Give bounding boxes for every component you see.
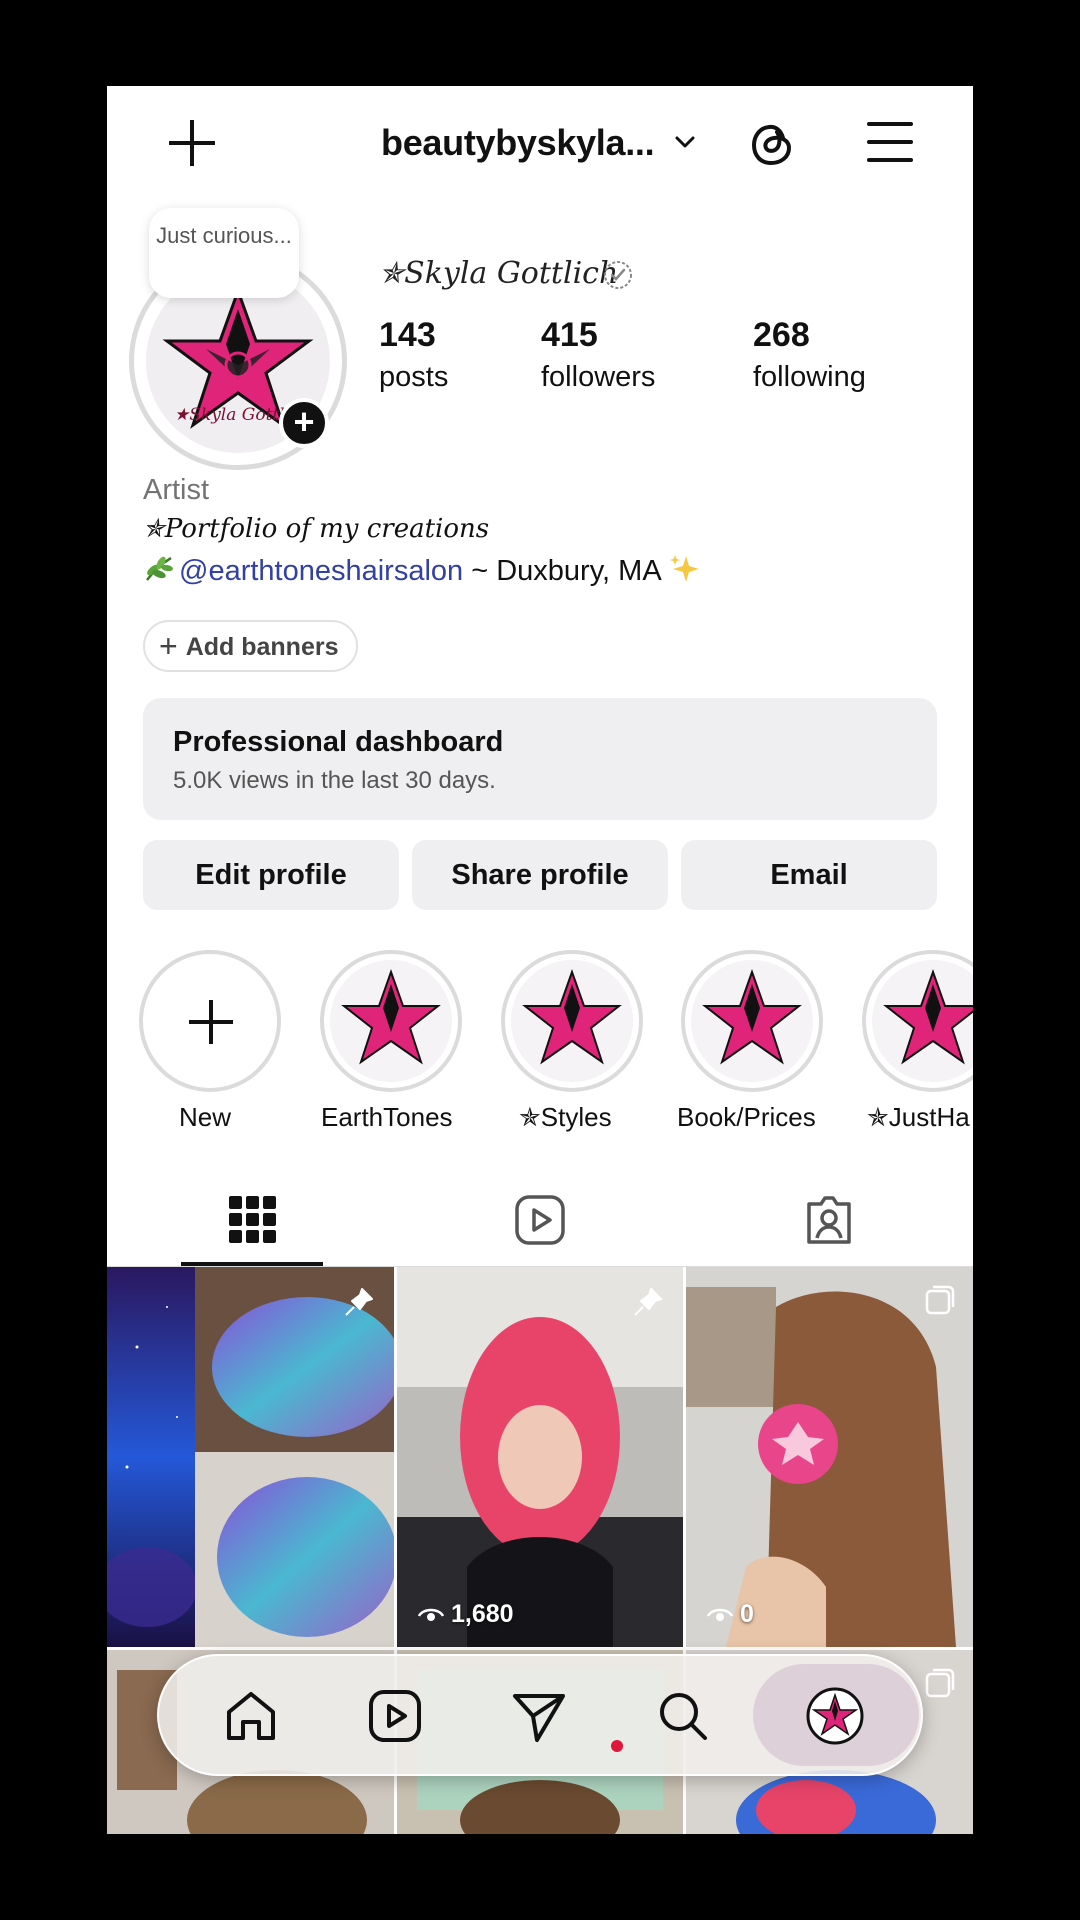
reels-icon[interactable] bbox=[365, 1686, 425, 1746]
home-icon[interactable] bbox=[221, 1686, 281, 1746]
view-count: 0 bbox=[706, 1600, 754, 1629]
following-count: 268 bbox=[753, 316, 810, 354]
view-count: 1,680 bbox=[417, 1600, 514, 1629]
followers-count: 415 bbox=[541, 316, 598, 354]
add-banners-label: Add banners bbox=[185, 633, 339, 661]
highlight-styles[interactable] bbox=[501, 950, 643, 1092]
verified-badge-icon bbox=[604, 261, 632, 289]
bio-line-2: @earthtoneshairsalon ~ Duxbury, MA bbox=[143, 552, 702, 588]
stat-posts[interactable]: 143 posts bbox=[379, 316, 448, 394]
post-thumbnail bbox=[397, 1267, 683, 1647]
post-thumbnail bbox=[686, 1267, 973, 1647]
dashboard-subtitle: 5.0K views in the last 30 days. bbox=[173, 767, 496, 794]
profile-avatar-icon[interactable] bbox=[805, 1686, 865, 1746]
highlight-new[interactable] bbox=[139, 950, 281, 1092]
bio-location: ~ Duxbury, MA bbox=[463, 555, 661, 587]
profile-screen: beautybyskyla... ★Skyla Gottl + Just cur… bbox=[107, 86, 973, 1834]
add-banners-button[interactable]: + Add banners bbox=[143, 620, 359, 672]
multiple-posts-icon bbox=[925, 1285, 955, 1315]
highlight-star-logo bbox=[511, 960, 633, 1082]
view-count-value: 0 bbox=[740, 1600, 754, 1628]
notification-dot bbox=[611, 1740, 623, 1752]
threads-icon[interactable] bbox=[747, 118, 797, 170]
professional-dashboard-card[interactable]: Professional dashboard 5.0K views in the… bbox=[143, 698, 937, 820]
highlight-label: New bbox=[179, 1102, 232, 1132]
stat-followers[interactable]: 415 followers bbox=[541, 316, 655, 394]
note-bubble[interactable]: Just curious... bbox=[149, 208, 299, 298]
following-label: following bbox=[753, 361, 866, 393]
category-label: Artist bbox=[143, 474, 210, 506]
highlight-label: ✯Styles bbox=[519, 1102, 612, 1132]
chevron-down-icon[interactable] bbox=[673, 130, 697, 154]
add-story-button[interactable]: + bbox=[279, 398, 329, 448]
highlight-book-prices[interactable] bbox=[681, 950, 823, 1092]
reels-icon[interactable] bbox=[512, 1192, 568, 1248]
multiple-posts-icon bbox=[925, 1668, 955, 1698]
display-name: ✯Skyla Gottlich bbox=[379, 256, 619, 291]
edit-profile-button[interactable]: Edit profile bbox=[143, 840, 399, 910]
grid-post-1[interactable] bbox=[107, 1267, 394, 1647]
view-count-value: 1,680 bbox=[451, 1600, 514, 1628]
eye-icon bbox=[706, 1608, 734, 1621]
highlight-star-logo bbox=[691, 960, 813, 1082]
eye-icon bbox=[417, 1608, 445, 1621]
highlight-earthtones[interactable] bbox=[320, 950, 462, 1092]
grid-icon[interactable] bbox=[225, 1192, 281, 1248]
bottom-nav-bar bbox=[157, 1654, 923, 1776]
followers-label: followers bbox=[541, 361, 656, 393]
posts-count: 143 bbox=[379, 316, 436, 354]
search-icon[interactable] bbox=[653, 1686, 713, 1746]
plus-icon bbox=[189, 1000, 233, 1044]
highlight-label: Book/Prices bbox=[677, 1102, 816, 1132]
posts-label: posts bbox=[379, 361, 449, 393]
highlight-label: ✯JustHa bbox=[867, 1102, 970, 1132]
bio-line-1: ✯Portfolio of my creations bbox=[143, 514, 490, 544]
sparkles-emoji-icon bbox=[670, 555, 700, 582]
pinned-icon bbox=[345, 1288, 373, 1316]
highlight-star-logo bbox=[872, 960, 973, 1082]
post-thumbnail bbox=[107, 1267, 394, 1647]
share-profile-button[interactable]: Share profile bbox=[412, 840, 668, 910]
grid-post-3[interactable]: 0 bbox=[686, 1267, 973, 1647]
tagged-icon[interactable] bbox=[801, 1192, 857, 1248]
plus-icon: + bbox=[159, 628, 178, 664]
avatar-caption: ★Skyla Gottl bbox=[174, 405, 285, 425]
direct-messages-icon[interactable] bbox=[509, 1686, 569, 1746]
dashboard-title: Professional dashboard bbox=[173, 726, 504, 758]
highlight-label: EarthTones bbox=[321, 1102, 453, 1132]
highlight-star-logo bbox=[330, 960, 452, 1082]
stat-following[interactable]: 268 following bbox=[753, 316, 866, 394]
highlight-justha[interactable] bbox=[862, 950, 973, 1092]
grid-post-2[interactable]: 1,680 bbox=[397, 1267, 683, 1647]
bio-mention-link[interactable]: @earthtoneshairsalon bbox=[179, 555, 463, 587]
herb-emoji-icon bbox=[146, 556, 173, 581]
email-button[interactable]: Email bbox=[681, 840, 937, 910]
create-plus-icon[interactable] bbox=[167, 118, 217, 168]
menu-icon[interactable] bbox=[867, 122, 913, 162]
username-switcher[interactable]: beautybyskyla... bbox=[381, 122, 655, 164]
pinned-icon bbox=[634, 1288, 662, 1316]
